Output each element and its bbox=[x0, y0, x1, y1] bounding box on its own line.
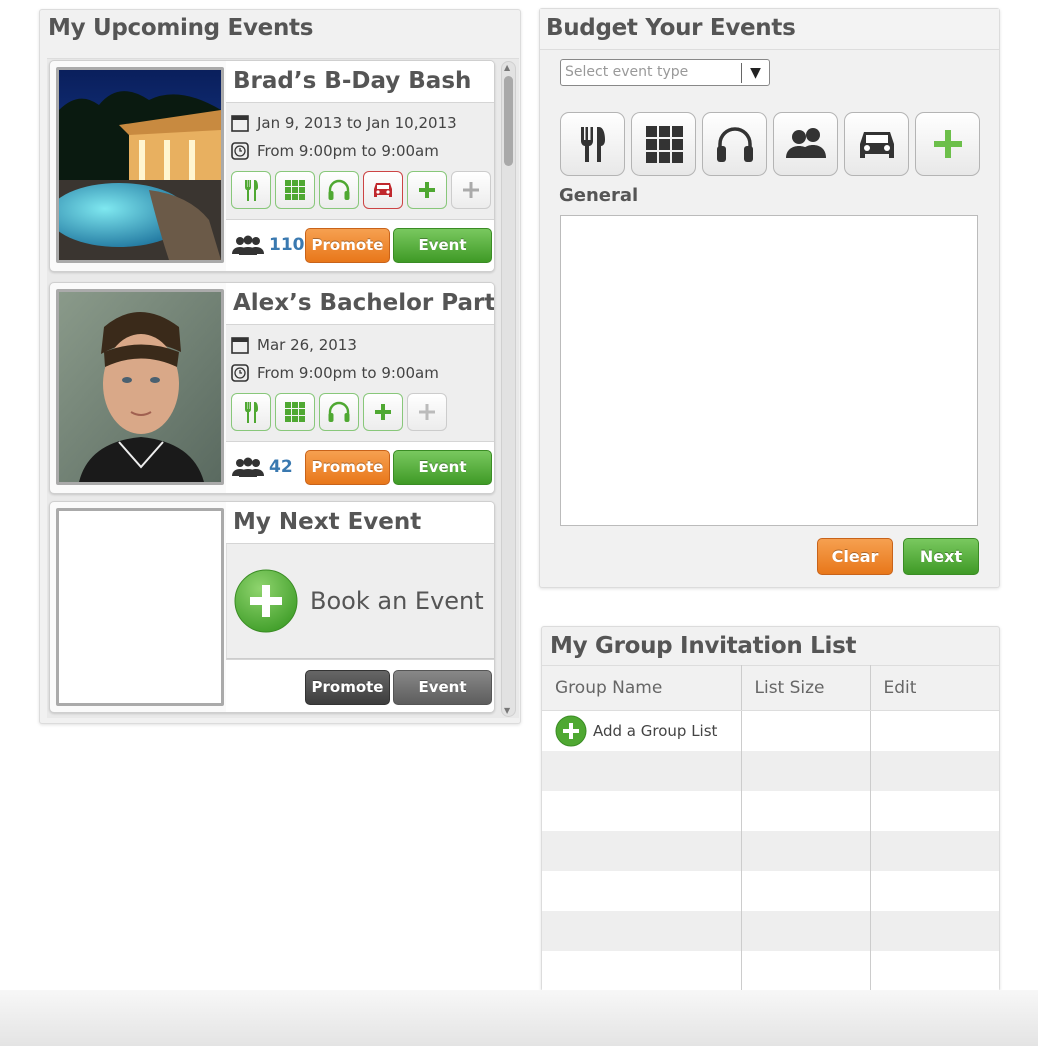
event-card: Alex’s Bachelor Party Mar 26, 2013 From … bbox=[49, 282, 495, 494]
add-circle-icon bbox=[555, 715, 587, 747]
venue-service-button[interactable] bbox=[275, 393, 315, 431]
food-service-button[interactable] bbox=[231, 171, 271, 209]
table-row bbox=[542, 750, 999, 791]
promote-button-disabled[interactable]: Promote bbox=[305, 670, 390, 705]
event-time: From 9:00pm to 9:00am bbox=[257, 364, 439, 382]
clock-icon bbox=[231, 142, 251, 160]
clock-icon bbox=[231, 364, 251, 382]
add-service-button-disabled[interactable] bbox=[451, 171, 491, 209]
grid-icon bbox=[285, 402, 305, 422]
next-event-card: My Next Event Book an Event Promote Even… bbox=[49, 501, 495, 713]
plus-icon bbox=[933, 130, 962, 158]
car-icon bbox=[374, 183, 392, 197]
event-type-placeholder: Select event type bbox=[565, 64, 689, 80]
add-service-button[interactable] bbox=[407, 171, 447, 209]
table-row: Add a Group List bbox=[542, 710, 999, 751]
headphones-icon bbox=[716, 127, 753, 162]
headphones-icon bbox=[328, 179, 350, 200]
event-stats-button[interactable]: Event Stats bbox=[393, 228, 492, 271]
group-invitation-title: My Group Invitation List bbox=[550, 633, 857, 659]
people-icon bbox=[785, 128, 826, 158]
budget-panel: Budget Your Events Select event type ▼ G… bbox=[539, 8, 1000, 588]
fork-knife-icon bbox=[580, 127, 605, 162]
event-time: From 9:00pm to 9:00am bbox=[257, 142, 439, 160]
budget-food-button[interactable] bbox=[560, 112, 625, 176]
headphones-icon bbox=[328, 401, 350, 422]
event-title[interactable]: Alex’s Bachelor Party bbox=[226, 283, 494, 325]
budget-title: Budget Your Events bbox=[546, 15, 796, 41]
event-photo-pool bbox=[56, 67, 224, 263]
add-group-list-label: Add a Group List bbox=[593, 721, 718, 740]
table-row bbox=[542, 790, 999, 831]
guest-count-value: 110 bbox=[269, 235, 305, 255]
upcoming-events-title: My Upcoming Events bbox=[48, 15, 314, 41]
venue-service-button[interactable] bbox=[275, 171, 315, 209]
event-card: Brad’s B-Day Bash Jan 9, 2013 to Jan 10,… bbox=[49, 60, 495, 272]
budget-venue-button[interactable] bbox=[631, 112, 696, 176]
group-table: Group Name List Size Edit Add a Group Li… bbox=[542, 665, 999, 991]
book-event-label: Book an Event bbox=[310, 587, 484, 615]
event-stats-button[interactable]: Event Stats bbox=[393, 450, 492, 493]
book-event-button[interactable]: Book an Event bbox=[234, 569, 484, 633]
column-header-group-name[interactable]: Group Name bbox=[542, 665, 742, 711]
fork-knife-icon bbox=[245, 180, 258, 201]
people-icon bbox=[232, 235, 264, 255]
event-photo-placeholder bbox=[56, 508, 224, 706]
plus-icon bbox=[419, 404, 435, 420]
table-row bbox=[542, 910, 999, 951]
budget-music-button[interactable] bbox=[702, 112, 767, 176]
music-service-button[interactable] bbox=[319, 393, 359, 431]
events-scrollbar[interactable]: ▲ ▼ bbox=[501, 61, 516, 717]
event-title[interactable]: Brad’s B-Day Bash bbox=[226, 61, 494, 103]
event-date: Mar 26, 2013 bbox=[257, 336, 357, 354]
music-service-button[interactable] bbox=[319, 171, 359, 209]
add-circle-icon bbox=[234, 569, 298, 633]
guest-count: 42 bbox=[231, 457, 293, 477]
clear-button[interactable]: Clear bbox=[817, 538, 893, 575]
column-header-edit[interactable]: Edit bbox=[870, 665, 999, 711]
promote-button[interactable]: Promote bbox=[305, 228, 390, 263]
grid-icon bbox=[285, 180, 305, 200]
event-stats-button-disabled[interactable]: Event Stats bbox=[393, 670, 492, 712]
page-footer bbox=[0, 990, 1038, 1046]
fork-knife-icon bbox=[245, 402, 258, 423]
budget-add-button[interactable] bbox=[915, 112, 980, 176]
guest-count-value: 42 bbox=[269, 457, 293, 477]
plus-icon bbox=[419, 182, 435, 198]
guest-count: 110 bbox=[231, 235, 305, 255]
general-section-label: General bbox=[559, 185, 639, 206]
dropdown-arrow-icon: ▼ bbox=[741, 63, 769, 83]
column-header-list-size[interactable]: List Size bbox=[741, 665, 871, 711]
food-service-button[interactable] bbox=[231, 393, 271, 431]
calendar-icon bbox=[231, 336, 251, 354]
add-service-button[interactable] bbox=[363, 393, 403, 431]
transport-service-button[interactable] bbox=[363, 171, 403, 209]
people-icon bbox=[232, 457, 264, 477]
table-row bbox=[542, 830, 999, 871]
grid-icon bbox=[645, 126, 683, 163]
event-type-select[interactable]: Select event type ▼ bbox=[560, 59, 770, 86]
next-button[interactable]: Next bbox=[903, 538, 979, 575]
promote-button[interactable]: Promote bbox=[305, 450, 390, 485]
plus-icon bbox=[375, 404, 391, 420]
car-icon bbox=[859, 132, 894, 158]
upcoming-events-panel: My Upcoming Events Brad’s B-Day Bash Jan… bbox=[39, 9, 521, 724]
upcoming-events-list: Brad’s B-Day Bash Jan 9, 2013 to Jan 10,… bbox=[47, 58, 519, 718]
table-row bbox=[542, 870, 999, 911]
add-group-list-button[interactable]: Add a Group List bbox=[555, 715, 741, 747]
plus-icon bbox=[463, 182, 479, 198]
table-row bbox=[542, 950, 999, 991]
scrollbar-thumb[interactable] bbox=[504, 76, 513, 166]
budget-guests-button[interactable] bbox=[773, 112, 838, 176]
calendar-icon bbox=[231, 114, 251, 132]
group-invitation-panel: My Group Invitation List Group Name List… bbox=[541, 626, 1000, 991]
budget-transport-button[interactable] bbox=[844, 112, 909, 176]
next-event-title: My Next Event bbox=[226, 502, 494, 544]
event-photo-portrait bbox=[56, 289, 224, 485]
add-service-button-disabled[interactable] bbox=[407, 393, 447, 431]
event-date: Jan 9, 2013 to Jan 10,2013 bbox=[257, 114, 457, 132]
general-notes-textarea[interactable] bbox=[560, 215, 978, 526]
